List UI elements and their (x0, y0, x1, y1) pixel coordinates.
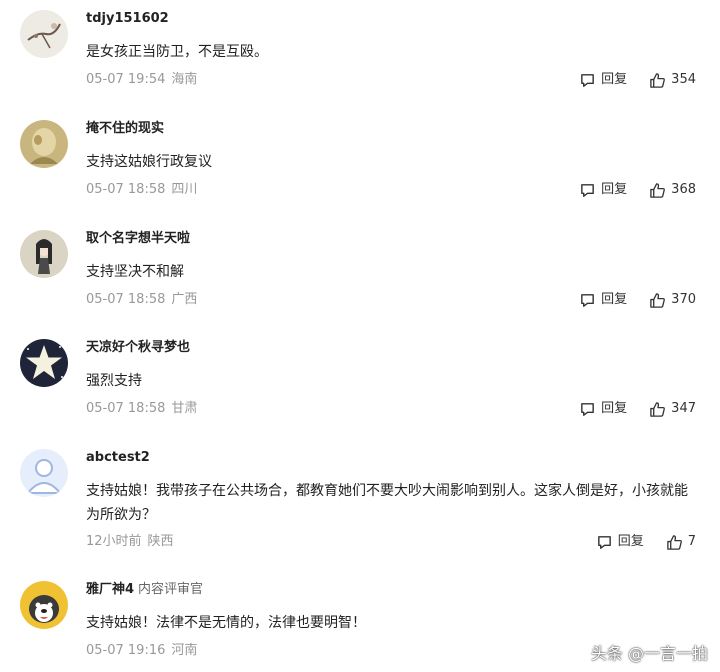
username[interactable]: abctest2 (86, 449, 150, 467)
comment-actions: 回复 347 (579, 400, 696, 418)
comment-actions: 回复 370 (579, 291, 696, 309)
reply-label: 回复 (617, 534, 644, 549)
reply-button[interactable]: 回复 (579, 291, 627, 309)
username[interactable]: 取个名字想半天啦 (86, 230, 190, 248)
reply-label: 回复 (601, 72, 628, 87)
comment-location: 甘肃 (171, 401, 198, 416)
comment-list: tdjy151602 是女孩正当防卫，不是互殴。 05-07 19:54 海南 回… (0, 0, 720, 672)
thumbs-up-icon (650, 72, 666, 88)
reply-button[interactable]: 回复 (579, 181, 627, 199)
avatar[interactable] (20, 10, 68, 58)
comment-text: 支持坚决不和解 (86, 264, 184, 280)
comment-bubble-icon (581, 73, 595, 87)
comment-location: 四川 (171, 182, 198, 197)
comment-time: 05-07 18:58 (86, 292, 166, 307)
comment-location: 海南 (171, 72, 198, 87)
watermark: 头条 @一言一拍 (590, 644, 708, 663)
avatar[interactable] (20, 120, 68, 168)
username[interactable]: 掩不住的现实 (86, 120, 164, 138)
comment-meta: 05-07 18:58 四川 (86, 181, 197, 199)
comment-text: 支持姑娘！法律不是无情的，法律也要明智！ (86, 615, 366, 631)
reply-button[interactable]: 回复 (579, 400, 627, 418)
comment-actions: 回复 354 (579, 71, 696, 89)
comment-location: 河南 (171, 643, 198, 658)
like-count: 368 (671, 182, 696, 197)
like-button[interactable]: 7 (666, 533, 696, 551)
comment-text: 强烈支持 (86, 373, 142, 389)
like-button[interactable]: 368 (649, 181, 696, 199)
comment-text: 支持姑娘！我带孩子在公共场合，都教育她们不要大吵大闹影响到别人。这家人倒是好，小… (86, 483, 688, 523)
comment-text: 是女孩正当防卫，不是互殴。 (86, 44, 268, 60)
thumbs-up-icon (650, 401, 666, 417)
comment-location: 广西 (171, 292, 198, 307)
thumbs-up-icon (666, 534, 682, 550)
reply-label: 回复 (601, 401, 628, 416)
comment-meta: 12小时前 陕西 (86, 533, 174, 551)
like-count: 370 (671, 292, 696, 307)
comment-text: 支持这姑娘行政复议 (86, 154, 212, 170)
comment-bubble-icon (581, 183, 595, 197)
avatar[interactable] (20, 449, 68, 497)
comment-meta: 05-07 18:58 甘肃 (86, 400, 197, 418)
comment-meta: 05-07 18:58 广西 (86, 291, 197, 309)
like-count: 347 (671, 401, 696, 416)
comment-actions: 回复 7 (596, 533, 696, 551)
comment-bubble-icon (597, 535, 611, 549)
like-count: 354 (671, 72, 696, 87)
avatar[interactable] (20, 230, 68, 278)
like-button[interactable]: 354 (649, 71, 696, 89)
like-button[interactable]: 370 (649, 291, 696, 309)
reply-button[interactable]: 回复 (596, 533, 644, 551)
comment-location: 陕西 (147, 534, 174, 549)
thumbs-up-icon (650, 292, 666, 308)
reply-button[interactable]: 回复 (579, 71, 627, 89)
comment-time: 05-07 18:58 (86, 401, 166, 416)
reply-label: 回复 (601, 182, 628, 197)
avatar[interactable] (20, 581, 68, 629)
user-badge: 内容评审官 (138, 582, 204, 597)
comment-bubble-icon (581, 402, 595, 416)
comment-time: 05-07 18:58 (86, 182, 166, 197)
like-count: 7 (687, 534, 696, 549)
username-text[interactable]: 雅厂神4 (86, 582, 134, 597)
like-button[interactable]: 347 (649, 400, 696, 418)
comment-meta: 05-07 19:54 海南 (86, 71, 197, 89)
comment-actions: 回复 368 (579, 181, 696, 199)
thumbs-up-icon (650, 182, 666, 198)
comment-time: 05-07 19:16 (86, 643, 166, 658)
username: 雅厂神4 内容评审官 (86, 581, 203, 599)
username[interactable]: 天凉好个秋寻梦也 (86, 339, 190, 357)
comment-time: 12小时前 (86, 534, 142, 549)
comment-meta: 05-07 19:16 河南 (86, 642, 197, 660)
comment-time: 05-07 19:54 (86, 72, 166, 87)
comment-bubble-icon (581, 293, 595, 307)
avatar[interactable] (20, 339, 68, 387)
reply-label: 回复 (601, 292, 628, 307)
username[interactable]: tdjy151602 (86, 10, 169, 28)
